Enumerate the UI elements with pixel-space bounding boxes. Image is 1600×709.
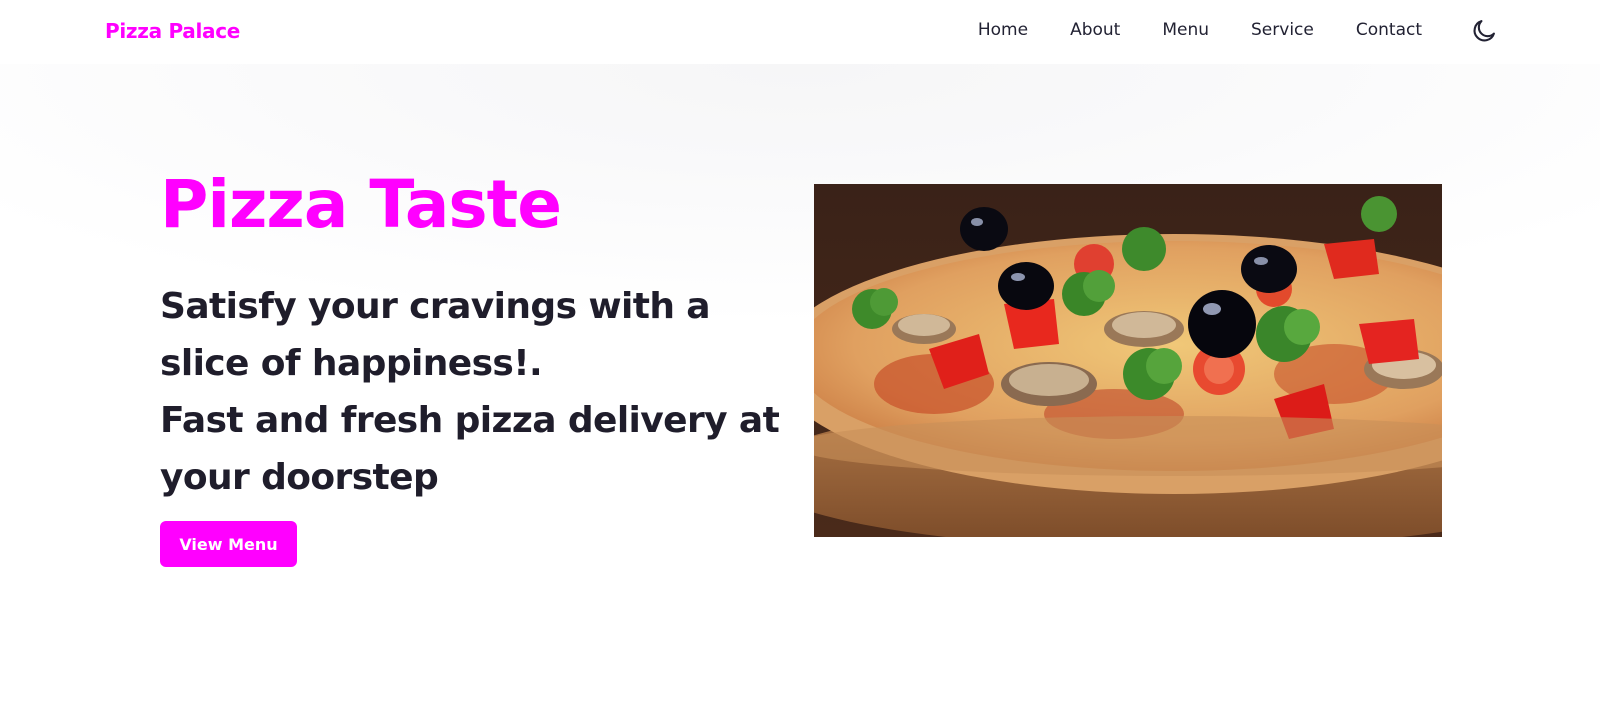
hero-subtitle-line: slice of happiness!. [160,343,543,384]
hero-subtitle-line: Fast and fresh pizza delivery at [160,400,780,441]
theme-toggle-button[interactable] [1470,17,1498,45]
hero-subtitle: Satisfy your cravings with a slice of ha… [160,278,800,506]
view-menu-button[interactable]: View Menu [160,521,297,567]
hero-subtitle-line: Satisfy your cravings with a [160,286,711,327]
navbar: Pizza Palace Home About Menu Service Con… [0,0,1600,64]
moon-icon [1473,20,1495,42]
brand-logo[interactable]: Pizza Palace [105,19,240,43]
hero-section: Pizza Taste Satisfy your cravings with a… [0,64,1600,709]
nav-link-home[interactable]: Home [978,20,1028,40]
nav-link-service[interactable]: Service [1251,20,1314,40]
hero-title: Pizza Taste [160,166,562,243]
pizza-photo [814,184,1442,537]
hero-subtitle-line: your doorstep [160,457,439,498]
nav-link-about[interactable]: About [1070,20,1120,40]
nav-link-menu[interactable]: Menu [1162,20,1209,40]
nav-links: Home About Menu Service Contact [978,20,1422,40]
nav-link-contact[interactable]: Contact [1356,20,1422,40]
